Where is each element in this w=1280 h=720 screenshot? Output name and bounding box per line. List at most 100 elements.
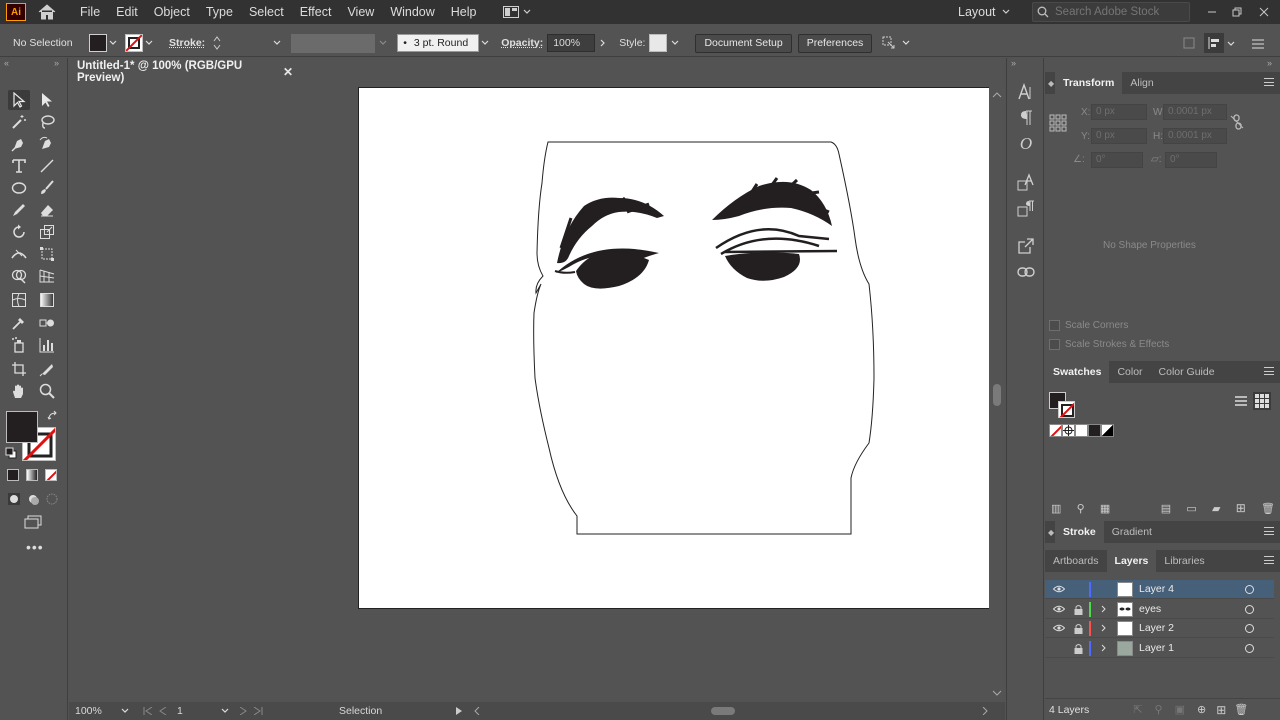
stroke-weight-stepper[interactable] [211, 33, 223, 53]
layer-row[interactable]: Layer 2 [1045, 619, 1274, 638]
new-sublayer-icon[interactable]: ⊕ [1197, 703, 1206, 716]
scale-strokes-checkbox[interactable]: Scale Strokes & Effects [1049, 339, 1169, 350]
artboard[interactable] [358, 87, 990, 609]
free-transform-tool[interactable] [36, 244, 58, 264]
artboard-tool[interactable] [8, 359, 30, 379]
clipping-mask-icon[interactable]: ▣ [1175, 703, 1185, 716]
column-graph-tool[interactable] [36, 335, 58, 355]
w-field[interactable]: 0.0001 px [1163, 104, 1227, 120]
preferences-button[interactable]: Preferences [797, 33, 873, 53]
transform-panel-menu-icon[interactable] [1264, 78, 1274, 86]
swatch-registration[interactable] [1062, 424, 1075, 437]
document-setup-button[interactable]: Document Setup [695, 33, 792, 53]
expand-chevron-icon[interactable] [1099, 603, 1109, 615]
delete-layer-icon[interactable]: 🗑 [1234, 703, 1248, 716]
eraser-tool[interactable] [36, 200, 58, 220]
arrange-documents-button[interactable] [502, 6, 531, 18]
toolbar-close-icon[interactable]: » [54, 58, 59, 68]
layer-row[interactable]: eyes [1045, 600, 1274, 619]
profile-dropdown[interactable] [377, 37, 389, 49]
lock-icon[interactable] [1073, 622, 1083, 634]
default-fill-stroke-button[interactable] [5, 447, 17, 459]
fill-dropdown[interactable] [107, 37, 119, 49]
draw-inside-button[interactable] [45, 492, 59, 506]
menu-window[interactable]: Window [382, 0, 442, 24]
shape-builder-tool[interactable] [8, 266, 30, 286]
layer-row[interactable]: Layer 4 [1045, 580, 1274, 599]
visibility-eye-icon[interactable] [1053, 603, 1065, 615]
shear-field[interactable]: 0° [1165, 152, 1217, 168]
scroll-up-icon[interactable] [989, 89, 1005, 101]
swap-fill-stroke-button[interactable] [47, 410, 59, 422]
brush-dropdown[interactable] [479, 37, 491, 49]
selection-tool[interactable] [8, 90, 30, 110]
visibility-eye-icon[interactable] [1053, 622, 1065, 634]
character-panel-icon[interactable] [1015, 82, 1037, 102]
more-tools-icon[interactable]: ••• [26, 540, 43, 554]
swatch-libraries-icon[interactable]: ▥ [1051, 502, 1061, 515]
style-dropdown[interactable] [669, 37, 681, 49]
select-similar-dropdown[interactable] [900, 37, 912, 49]
document-tab[interactable]: Untitled-1* @ 100% (RGB/GPU Preview) ✕ [69, 60, 301, 86]
visibility-eye-icon[interactable] [1053, 583, 1065, 595]
tab-stroke[interactable]: Stroke [1055, 521, 1104, 543]
first-artboard-icon[interactable] [143, 707, 153, 715]
brush-definition[interactable]: • 3 pt. Round [397, 34, 480, 52]
stroke-label[interactable]: Stroke: [169, 37, 205, 49]
locate-object-icon[interactable]: ⚲ [1155, 703, 1163, 716]
h-field[interactable]: 0.0001 px [1163, 128, 1227, 144]
delete-swatch-icon[interactable]: 🗑 [1261, 502, 1275, 515]
align-shortcut[interactable] [1204, 33, 1224, 53]
layer-name[interactable]: Layer 4 [1139, 583, 1174, 595]
mesh-tool[interactable] [8, 290, 30, 310]
layer-target-icon[interactable] [1245, 584, 1254, 594]
close-window-button[interactable] [1252, 0, 1276, 24]
swatch-none[interactable] [1049, 424, 1062, 437]
stroke-panel-menu-icon[interactable] [1264, 527, 1274, 535]
status-menu-arrow-icon[interactable] [455, 707, 463, 715]
none-mode-button[interactable] [45, 469, 57, 481]
draw-behind-button[interactable] [26, 492, 40, 506]
panel-collapse-icon[interactable]: ◆ [1045, 79, 1055, 88]
vertical-scrollbar[interactable] [989, 86, 1005, 701]
stock-search-field[interactable] [1032, 2, 1190, 22]
collect-export-icon[interactable]: ⇱ [1133, 703, 1142, 716]
zoom-tool[interactable] [36, 381, 58, 401]
slice-tool[interactable] [36, 359, 58, 379]
blend-tool[interactable] [36, 313, 58, 333]
select-similar-button[interactable] [882, 35, 898, 51]
swatch-stroke-indicator[interactable] [1058, 401, 1075, 418]
show-swatch-kinds-icon[interactable]: ⚲ [1077, 502, 1085, 515]
rotate-field[interactable]: 0° [1091, 152, 1143, 168]
tab-layers[interactable]: Layers [1106, 550, 1157, 572]
swatch-options-icon[interactable]: ▦ [1100, 502, 1110, 515]
type-tool[interactable] [8, 156, 30, 176]
export-icon[interactable] [1015, 236, 1037, 256]
tab-artboards[interactable]: Artboards [1045, 550, 1107, 572]
layer-target-icon[interactable] [1245, 643, 1254, 653]
scroll-left-icon[interactable] [473, 707, 481, 715]
magic-wand-tool[interactable] [8, 112, 30, 132]
ellipse-tool[interactable] [8, 178, 30, 198]
swatch-white[interactable] [1075, 424, 1088, 437]
fill-color-swatch[interactable] [89, 34, 107, 52]
menu-help[interactable]: Help [443, 0, 485, 24]
tab-libraries[interactable]: Libraries [1156, 550, 1212, 572]
search-input[interactable] [1055, 6, 1185, 18]
paintbrush-tool[interactable] [36, 178, 58, 198]
lock-icon[interactable] [1073, 603, 1083, 615]
opacity-field[interactable]: 100% [547, 34, 596, 52]
chevron-down-icon[interactable] [121, 708, 129, 714]
tab-color[interactable]: Color [1109, 361, 1150, 383]
line-segment-tool[interactable] [36, 156, 58, 176]
layer-name[interactable]: Layer 1 [1139, 642, 1174, 654]
symbol-sprayer-tool[interactable] [8, 335, 30, 355]
links-icon[interactable] [1015, 262, 1037, 282]
tab-gradient[interactable]: Gradient [1104, 521, 1160, 543]
tab-transform[interactable]: Transform [1055, 72, 1123, 94]
control-bar-menu[interactable] [1252, 39, 1264, 49]
tab-color-guide[interactable]: Color Guide [1151, 361, 1223, 383]
lasso-tool[interactable] [36, 112, 58, 132]
swatch-black[interactable] [1088, 424, 1101, 437]
scroll-down-icon[interactable] [989, 687, 1005, 699]
